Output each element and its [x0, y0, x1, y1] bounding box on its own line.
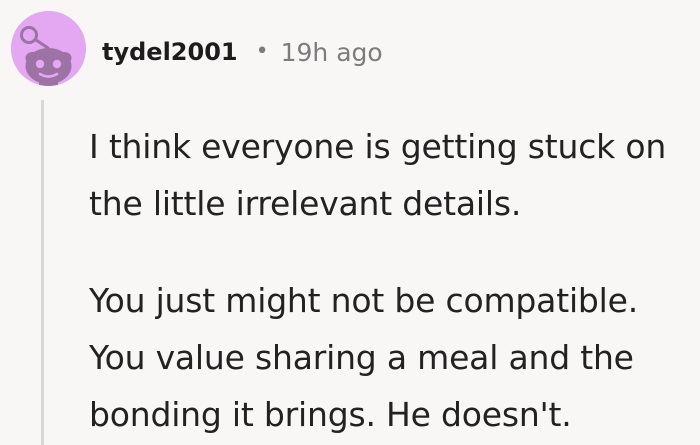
avatar[interactable] [11, 11, 86, 86]
comment-paragraph: I think everyone is getting stuck on the… [89, 127, 667, 223]
comment-body: I think everyone is getting stuck on the… [89, 118, 697, 443]
comment-paragraph: You just might not be compatible. You va… [89, 281, 639, 434]
thread-line[interactable] [41, 100, 44, 445]
comment-container: tydel2001 • 19h ago I think everyone is … [0, 0, 700, 445]
username-link[interactable]: tydel2001 [102, 38, 238, 66]
reddit-snoo-avatar-icon [11, 11, 86, 86]
comment-timestamp[interactable]: 19h ago [281, 38, 383, 67]
separator-dot: • [255, 38, 269, 64]
comment-header: tydel2001 • 19h ago [102, 34, 383, 70]
